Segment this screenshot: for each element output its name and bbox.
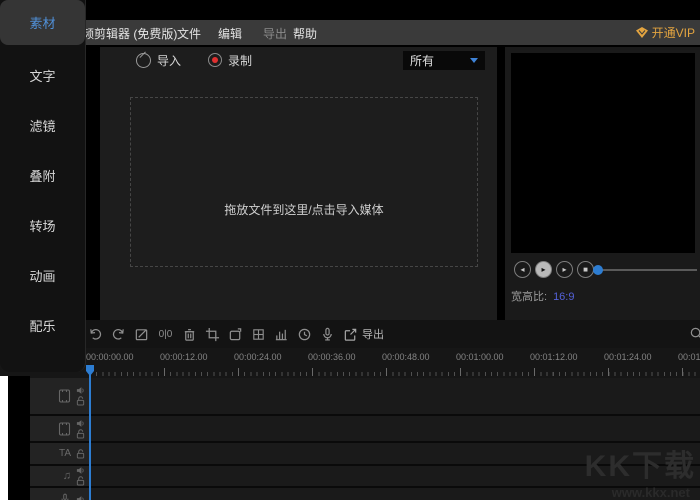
- waveform-icon[interactable]: [274, 327, 289, 342]
- aspect-ratio-row: 宽高比: 16:9: [511, 288, 574, 304]
- seek-slider-thumb[interactable]: [593, 265, 603, 275]
- aspect-ratio-label: 宽高比:: [511, 291, 547, 303]
- stop-button[interactable]: ■: [577, 261, 594, 278]
- menu-file[interactable]: 文件: [177, 25, 201, 42]
- text-track-icon: TA: [59, 448, 71, 459]
- speaker-icon[interactable]: [76, 419, 85, 428]
- sidebar-item-text[interactable]: 文字: [0, 50, 85, 100]
- ruler-mark: 00:01:36.00: [678, 352, 700, 362]
- menu-export[interactable]: 导出: [263, 25, 287, 42]
- seek-slider-track[interactable]: [597, 269, 697, 271]
- vip-diamond-icon: [636, 27, 648, 38]
- ruler-mark: 00:01:00.00: [456, 352, 504, 362]
- sidebar-flyout: 素材 文字 滤镜 叠附 转场 动画 配乐: [0, 0, 86, 372]
- sidebar-list: 文字 滤镜 叠附 转场 动画 配乐: [0, 50, 85, 350]
- ruler-mark: 00:00:36.00: [308, 352, 356, 362]
- mic-icon: [59, 493, 71, 500]
- lock-icon[interactable]: [76, 396, 85, 406]
- speaker-icon[interactable]: [76, 466, 85, 475]
- prev-frame-button[interactable]: ◂: [514, 261, 531, 278]
- ruler-mark: 00:01:12.00: [530, 352, 578, 362]
- ruler-mark: 00:01:24.00: [604, 352, 652, 362]
- vip-label: 开通VIP: [652, 24, 695, 41]
- film-icon: [58, 422, 71, 436]
- lock-icon[interactable]: [76, 429, 85, 439]
- ruler-mark: 00:00:48.00: [382, 352, 430, 362]
- timeline-ruler[interactable]: 00:00:00.00 00:00:12.00 00:00:24.00 00:0…: [0, 348, 700, 378]
- menu-help[interactable]: 帮助: [293, 25, 317, 42]
- record-icon: [208, 53, 222, 67]
- record-label: 录制: [228, 52, 252, 69]
- watermark-logo: KK下载: [585, 441, 696, 485]
- film-icon: [58, 389, 71, 403]
- speaker-icon[interactable]: [76, 386, 85, 395]
- edit-icon[interactable]: [134, 327, 149, 342]
- export-button[interactable]: 导出: [343, 326, 384, 342]
- watermark-url: www.kkx.net: [612, 485, 690, 500]
- import-button[interactable]: 导入: [136, 51, 181, 69]
- preview-panel: ◂ ▸ ▸ ■ 宽高比: 16:9: [505, 47, 700, 320]
- lock-icon[interactable]: [76, 449, 85, 459]
- playback-controls: ◂ ▸ ▸ ■: [505, 261, 700, 281]
- sidebar-item-music[interactable]: 配乐: [0, 300, 85, 350]
- redo-icon[interactable]: [111, 327, 126, 342]
- music-track-header[interactable]: ♫: [30, 466, 90, 488]
- frame-icon[interactable]: [228, 327, 243, 342]
- app-title: 视频剪辑器 (免费版): [70, 25, 177, 42]
- ruler-mark: 00:00:24.00: [234, 352, 282, 362]
- export-icon: [343, 327, 358, 342]
- import-label: 导入: [157, 52, 181, 69]
- playhead-line[interactable]: [89, 366, 91, 500]
- menu-bar: 视频剪辑器 (免费版) 文件 编辑 导出 帮助 开通VIP: [0, 20, 700, 45]
- ruler-mark: 00:00:12.00: [160, 352, 208, 362]
- speaker-icon[interactable]: [76, 495, 85, 500]
- video-viewport: [511, 53, 695, 253]
- chevron-down-icon: [470, 58, 478, 63]
- timeline-left-gutter: [8, 376, 30, 500]
- media-filter-value: 所有: [410, 52, 434, 69]
- play-button[interactable]: ▸: [535, 261, 552, 278]
- media-filter-dropdown[interactable]: 所有: [403, 51, 485, 70]
- aspect-ratio-value[interactable]: 16:9: [553, 291, 574, 303]
- video-track-2-header[interactable]: [30, 416, 90, 443]
- dropzone-text: 拖放文件到这里/点击导入媒体: [224, 201, 383, 218]
- media-panel: 导入 录制 所有 拖放文件到这里/点击导入媒体: [100, 47, 497, 320]
- sidebar-item-material[interactable]: 素材: [0, 0, 85, 45]
- vip-button[interactable]: 开通VIP: [636, 24, 695, 41]
- import-icon: [136, 53, 151, 68]
- delete-icon[interactable]: [182, 327, 197, 342]
- app-window: 视频剪辑器 (免费版) 文件 编辑 导出 帮助 开通VIP 导入 录制 所有 拖…: [0, 0, 700, 500]
- page-background-strip: [0, 376, 8, 500]
- undo-icon[interactable]: [88, 327, 103, 342]
- video-lane-1[interactable]: [90, 378, 700, 416]
- record-button[interactable]: 录制: [208, 51, 252, 69]
- sidebar-item-filter[interactable]: 滤镜: [0, 100, 85, 150]
- export-label: 导出: [362, 326, 384, 342]
- sidebar-item-transition[interactable]: 转场: [0, 200, 85, 250]
- lock-icon[interactable]: [76, 476, 85, 486]
- media-dropzone[interactable]: 拖放文件到这里/点击导入媒体: [130, 97, 478, 267]
- voice-lane[interactable]: [90, 488, 700, 500]
- track-headers: TA ♫: [30, 378, 90, 500]
- voiceover-mic-icon[interactable]: [320, 327, 335, 342]
- zoom-icon[interactable]: [689, 326, 700, 341]
- split-icon[interactable]: 0|0: [157, 329, 174, 340]
- mosaic-icon[interactable]: [251, 327, 266, 342]
- ruler-ticks-major: [90, 368, 700, 376]
- voice-track-header[interactable]: [30, 488, 90, 500]
- video-track-1-header[interactable]: [30, 378, 90, 416]
- menu-edit[interactable]: 编辑: [218, 25, 242, 42]
- crop-icon[interactable]: [205, 327, 220, 342]
- sidebar-item-animation[interactable]: 动画: [0, 250, 85, 300]
- speed-clock-icon[interactable]: [297, 327, 312, 342]
- text-track-header[interactable]: TA: [30, 443, 90, 466]
- timeline-toolbar: 0|0: [0, 320, 700, 348]
- next-frame-button[interactable]: ▸: [556, 261, 573, 278]
- sidebar-item-overlay[interactable]: 叠附: [0, 150, 85, 200]
- music-note-icon: ♫: [63, 471, 71, 482]
- ruler-mark: 00:00:00.00: [86, 352, 134, 362]
- video-lane-2[interactable]: [90, 416, 700, 443]
